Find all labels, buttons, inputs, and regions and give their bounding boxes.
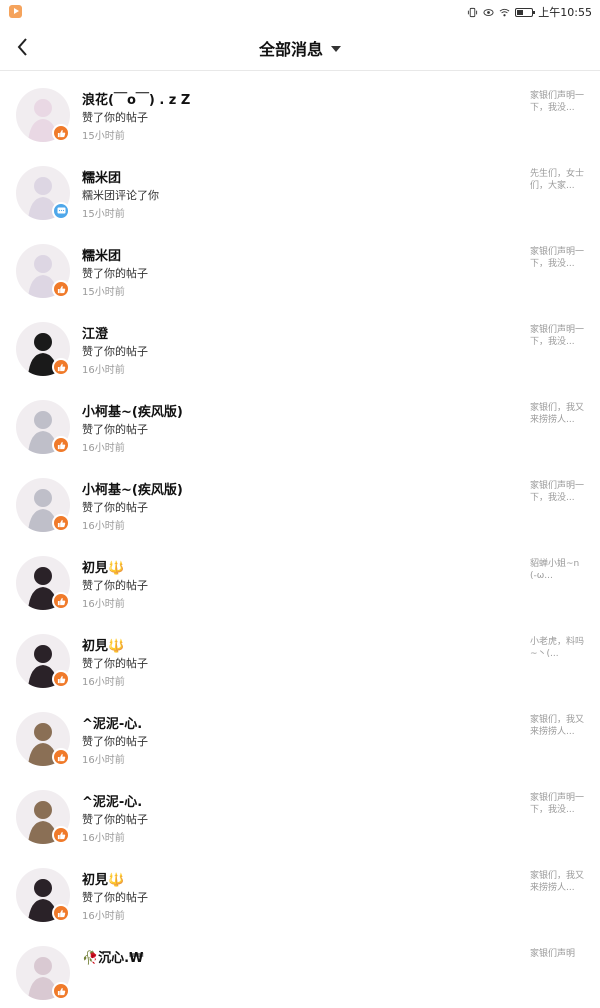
message-row[interactable]: 糯米团赞了你的帖子 15小时前 家银们声明一下，我没...	[0, 228, 600, 306]
message-action: 赞了你的帖子	[82, 501, 148, 514]
status-bar: 上午10:55	[0, 0, 600, 24]
message-row[interactable]: 江澄赞了你的帖子 16小时前 家银们声明一下，我没...	[0, 306, 600, 384]
message-row[interactable]: 初見🔱 赞了你的帖子 16小时前 小老虎，料吗~丶(...	[0, 618, 600, 696]
message-action: 赞了你的帖子	[82, 111, 148, 124]
message-action: 赞了你的帖子	[82, 813, 148, 826]
post-preview[interactable]: 貂蝉小姐~n(-ω...	[530, 558, 584, 582]
sender-name[interactable]: 江澄	[82, 323, 108, 342]
message-row[interactable]: 初見🔱 赞了你的帖子 16小时前 貂蝉小姐~n(-ω...	[0, 540, 600, 618]
like-badge-icon	[52, 358, 70, 376]
message-row[interactable]: 小柯基~(疾风版) 赞了你的帖子 16小时前 家银们，我又来捞捞人...	[0, 384, 600, 462]
sender-name[interactable]: ^泥泥-心.	[82, 791, 142, 810]
sender-name[interactable]: 小柯基~(疾风版)	[82, 401, 183, 420]
post-preview[interactable]: 小老虎，料吗~丶(...	[530, 636, 584, 660]
message-row[interactable]: 小柯基~(疾风版) 赞了你的帖子 16小时前 家银们声明一下，我没...	[0, 462, 600, 540]
caret-down-icon	[331, 45, 341, 52]
like-badge-icon	[52, 124, 70, 142]
message-action: 赞了你的帖子	[82, 891, 148, 904]
message-time: 16小时前	[82, 833, 125, 844]
vibrate-icon	[468, 7, 478, 17]
sender-name[interactable]: 糯米团	[82, 245, 121, 264]
sender-name[interactable]: 🥀沉心.₩	[82, 947, 143, 966]
like-badge-icon	[52, 436, 70, 454]
message-row[interactable]: ^泥泥-心. 赞了你的帖子 16小时前 家银们声明一下，我没...	[0, 774, 600, 852]
post-preview[interactable]: 家银们，我又来捞捞人...	[530, 402, 584, 426]
message-time: 16小时前	[82, 677, 125, 688]
sender-name[interactable]: 浪花(￣o￣) . z Z	[82, 89, 190, 108]
message-time: 15小时前	[82, 209, 125, 220]
top-bar: 全部消息	[0, 24, 600, 71]
message-row[interactable]: 🥀沉心.₩ 家银们声明	[0, 930, 600, 1008]
message-time: 16小时前	[82, 443, 125, 454]
message-row[interactable]: 糯米团糯米团评论了你 15小时前 先生们，女士们，大家...	[0, 150, 600, 228]
status-time: 上午10:55	[538, 6, 592, 19]
comment-badge-icon	[52, 202, 70, 220]
sender-name[interactable]: 初見🔱	[82, 557, 124, 576]
message-time: 16小时前	[82, 911, 125, 922]
post-preview[interactable]: 先生们，女士们，大家...	[530, 168, 584, 192]
like-badge-icon	[52, 670, 70, 688]
message-time: 16小时前	[82, 755, 125, 766]
eye-icon	[483, 8, 494, 16]
message-action: 赞了你的帖子	[82, 423, 148, 436]
sender-name[interactable]: 小柯基~(疾风版)	[82, 479, 183, 498]
message-row[interactable]: ^泥泥-心. 赞了你的帖子 16小时前 家银们，我又来捞捞人...	[0, 696, 600, 774]
message-time: 15小时前	[82, 131, 125, 142]
post-preview[interactable]: 家银们，我又来捞捞人...	[530, 870, 584, 894]
message-action: 糯米团评论了你	[82, 189, 159, 202]
post-preview[interactable]: 家银们，我又来捞捞人...	[530, 714, 584, 738]
status-icons: 上午10:55	[467, 4, 592, 20]
like-badge-icon	[52, 592, 70, 610]
page-title: 全部消息	[258, 39, 323, 59]
post-preview[interactable]: 家银们声明	[530, 948, 584, 960]
sender-name[interactable]: 初見🔱	[82, 869, 124, 888]
wifi-icon	[499, 8, 510, 16]
post-preview[interactable]: 家银们声明一下，我没...	[530, 324, 584, 348]
post-preview[interactable]: 家银们声明一下，我没...	[530, 792, 584, 816]
message-action: 赞了你的帖子	[82, 345, 148, 358]
message-row[interactable]: 浪花(￣o￣) . z Z 赞了你的帖子 15小时前 家银们声明一下，我没...	[0, 72, 600, 150]
message-action: 赞了你的帖子	[82, 657, 148, 670]
message-time: 15小时前	[82, 287, 125, 298]
message-row[interactable]: 初見🔱 赞了你的帖子 16小时前 家银们，我又来捞捞人...	[0, 852, 600, 930]
message-action: 赞了你的帖子	[82, 579, 148, 592]
post-preview[interactable]: 家银们声明一下，我没...	[530, 480, 584, 504]
like-badge-icon	[52, 826, 70, 844]
message-action: 赞了你的帖子	[82, 735, 148, 748]
sender-name[interactable]: 初見🔱	[82, 635, 124, 654]
app-notification-icon	[9, 5, 22, 18]
like-badge-icon	[52, 514, 70, 532]
message-time: 16小时前	[82, 521, 125, 532]
message-time: 16小时前	[82, 599, 125, 610]
like-badge-icon	[52, 904, 70, 922]
like-badge-icon	[52, 982, 70, 1000]
sender-name[interactable]: ^泥泥-心.	[82, 713, 142, 732]
like-badge-icon	[52, 280, 70, 298]
message-filter-dropdown[interactable]: 全部消息	[0, 24, 600, 71]
post-preview[interactable]: 家银们声明一下，我没...	[530, 246, 584, 270]
message-action: 赞了你的帖子	[82, 267, 148, 280]
sender-name[interactable]: 糯米团	[82, 167, 121, 186]
battery-icon	[515, 7, 536, 17]
message-list: 浪花(￣o￣) . z Z 赞了你的帖子 15小时前 家银们声明一下，我没... 糯米团…	[0, 72, 600, 1008]
message-time: 16小时前	[82, 365, 125, 376]
post-preview[interactable]: 家银们声明一下，我没...	[530, 90, 584, 114]
like-badge-icon	[52, 748, 70, 766]
